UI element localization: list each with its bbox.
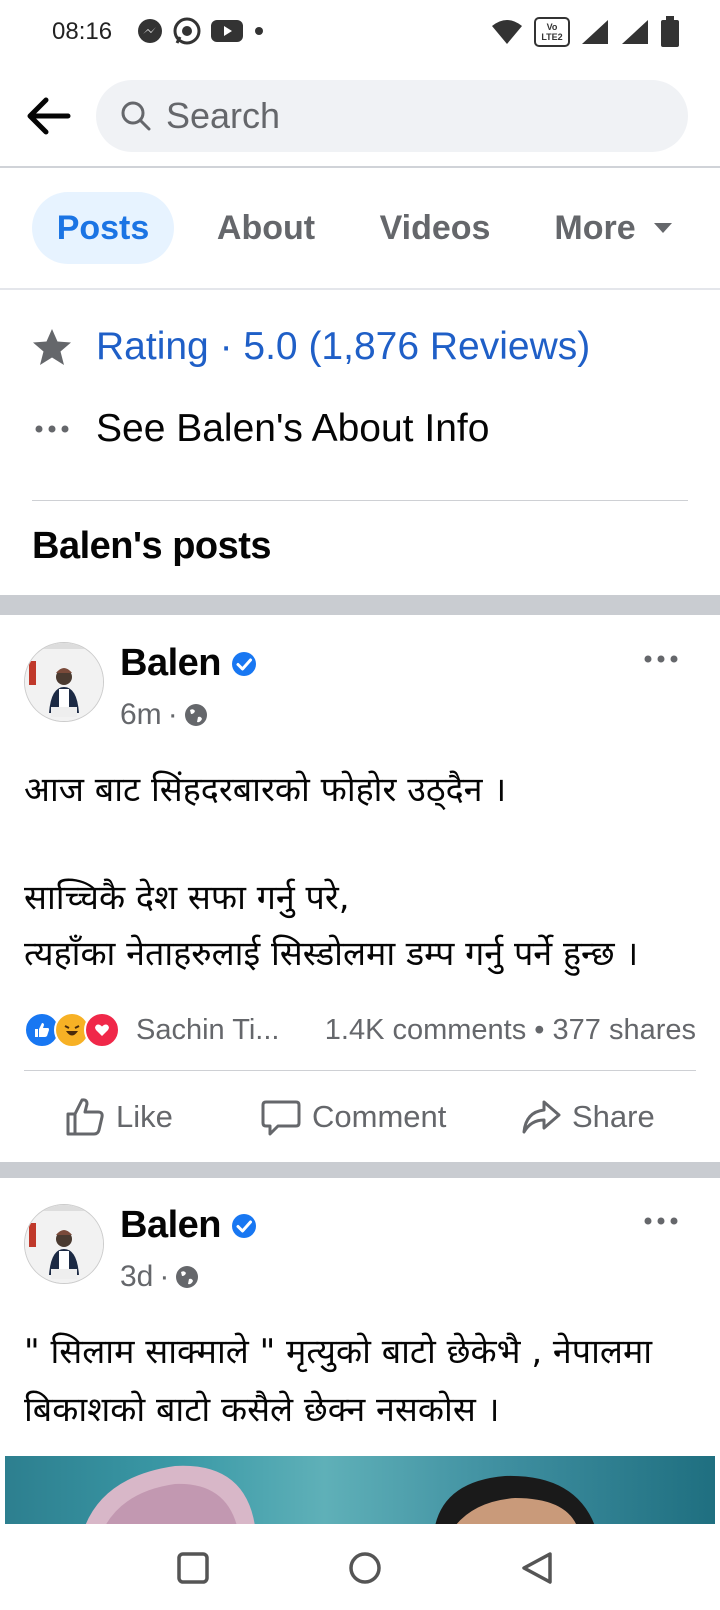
verified-badge-icon <box>231 1213 257 1239</box>
section-title: Balen's posts <box>32 525 272 567</box>
post-text-line: त्यहाँका नेताहरुलाई सिस्डोलमा डम्प गर्नु… <box>24 934 639 974</box>
more-dots-icon <box>644 655 678 663</box>
signal-icon <box>580 18 610 46</box>
more-dots-icon <box>644 1217 678 1225</box>
globe-icon <box>176 1266 199 1288</box>
author-name[interactable]: Balen <box>120 1204 257 1247</box>
post-options-button[interactable] <box>636 644 686 674</box>
arrow-left-icon <box>27 97 71 135</box>
share-arrow-icon <box>522 1100 561 1134</box>
square-icon <box>177 1552 209 1584</box>
dot-icon <box>252 24 266 38</box>
about-info-row[interactable]: See Balen's About Info <box>0 394 720 464</box>
youtube-icon <box>210 18 244 44</box>
tab-more[interactable]: More <box>534 192 694 264</box>
network-label: Vo LTE2 <box>541 22 563 42</box>
status-bar: 08:16 Vo LTE2 <box>0 0 720 66</box>
meta-separator: · <box>159 1260 170 1293</box>
post-separator <box>0 1162 720 1178</box>
divider <box>32 500 688 501</box>
tab-more-label: More <box>554 208 636 247</box>
post-header: Balen 3d · <box>0 1204 720 1304</box>
post-text-line: बिकाशको बाटो कसैले छेक्न नसकोस । <box>24 1390 500 1430</box>
avatar[interactable] <box>24 642 104 722</box>
more-dots-icon <box>30 407 74 451</box>
volte-icon: Vo LTE2 <box>534 17 570 47</box>
tab-about[interactable]: About <box>196 192 336 264</box>
author-name[interactable]: Balen <box>120 642 257 685</box>
post-meta: 6m · <box>120 698 208 732</box>
rating-text[interactable]: Rating · 5.0 (1,876 Reviews) <box>96 325 590 369</box>
post-time[interactable]: 3d <box>120 1260 153 1294</box>
search-input[interactable] <box>166 95 606 137</box>
circle-icon <box>349 1552 381 1584</box>
avatar[interactable] <box>24 1204 104 1284</box>
reactor-name[interactable]: Sachin Ti... <box>136 1014 279 1047</box>
recents-button[interactable] <box>168 1546 218 1590</box>
back-nav-button[interactable] <box>512 1546 562 1590</box>
profile-tabs: Posts About Videos More <box>0 168 720 290</box>
comment-button[interactable]: Comment <box>260 1091 446 1143</box>
tab-posts[interactable]: Posts <box>32 192 174 264</box>
tab-videos[interactable]: Videos <box>360 192 510 264</box>
status-time: 08:16 <box>52 18 113 45</box>
share-label: Share <box>572 1099 655 1134</box>
star-icon <box>30 325 74 369</box>
about-info-text[interactable]: See Balen's About Info <box>96 407 489 451</box>
reactions-row[interactable]: Sachin Ti... 1.4K comments • 377 shares <box>24 1005 696 1055</box>
caret-down-icon <box>653 223 672 233</box>
messenger-icon <box>136 17 164 45</box>
android-nav-bar <box>0 1524 720 1610</box>
love-reaction-icon <box>84 1012 120 1048</box>
author-label: Balen <box>120 642 221 684</box>
post-image[interactable] <box>5 1456 715 1526</box>
comment-icon <box>261 1100 301 1136</box>
share-button[interactable]: Share <box>520 1091 655 1143</box>
like-label: Like <box>116 1099 173 1134</box>
post-header: Balen 6m · <box>0 642 720 742</box>
post-action-bar: Like Comment Share <box>24 1070 696 1163</box>
reaction-icons <box>24 1012 120 1048</box>
notification-icons <box>136 16 266 46</box>
battery-icon <box>660 16 680 48</box>
thumbs-up-icon <box>66 1098 104 1136</box>
verified-badge-icon <box>231 651 257 677</box>
meta-separator: · <box>167 698 178 731</box>
section-separator <box>0 595 720 615</box>
like-button[interactable]: Like <box>64 1091 173 1143</box>
top-bar <box>0 66 720 168</box>
post-text-line: " सिलाम साक्माले " मृत्युको बाटो छेकेभै … <box>24 1332 653 1372</box>
engagement-counts[interactable]: 1.4K comments • 377 shares <box>325 1014 696 1047</box>
comment-label: Comment <box>312 1099 447 1134</box>
post-text-line: साच्चिकै देश सफा गर्नु परे, <box>24 878 350 918</box>
post-options-button[interactable] <box>636 1206 686 1236</box>
signal-icon-2 <box>620 18 650 46</box>
post-meta: 3d · <box>120 1260 199 1294</box>
globe-icon <box>184 704 207 726</box>
post-text-line: आज बाट सिंहदरबारको फोहोर उठ्दैन । <box>24 770 507 810</box>
back-button[interactable] <box>22 90 74 142</box>
rating-row[interactable]: Rating · 5.0 (1,876 Reviews) <box>0 312 720 382</box>
search-icon <box>120 100 152 132</box>
system-icons: Vo LTE2 <box>490 16 680 48</box>
search-box[interactable] <box>96 80 688 152</box>
post-time[interactable]: 6m <box>120 698 162 732</box>
home-button[interactable] <box>340 1546 390 1590</box>
wifi-icon <box>490 18 524 46</box>
author-label: Balen <box>120 1204 221 1246</box>
triangle-back-icon <box>522 1552 552 1584</box>
whatsapp-icon <box>172 16 202 46</box>
